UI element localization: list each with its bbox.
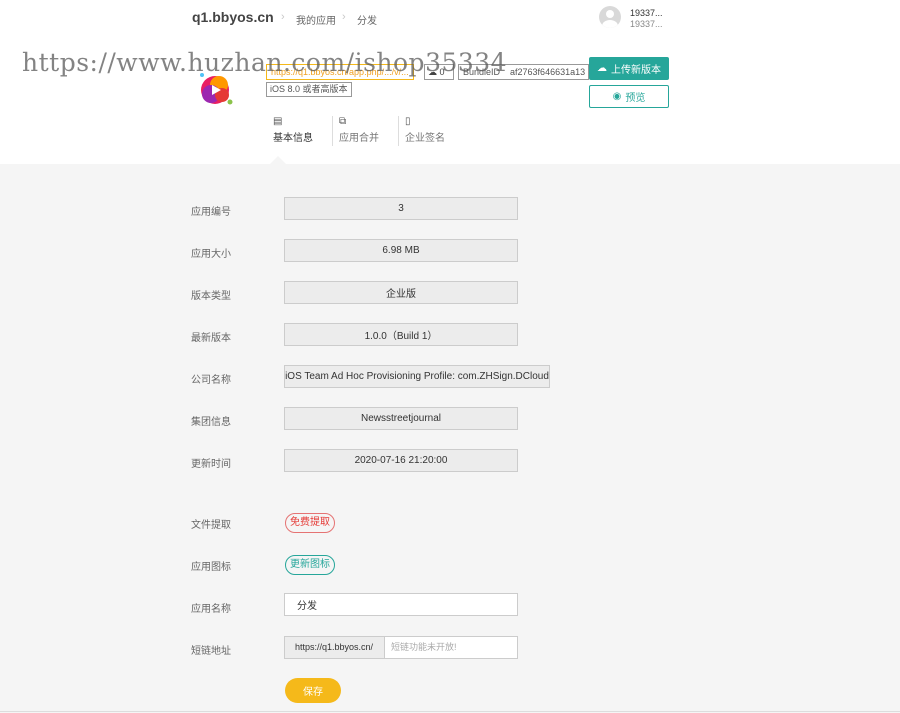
breadcrumb-current: 分发 bbox=[357, 16, 377, 27]
group-label: 集团信息 bbox=[191, 417, 231, 428]
extract-label: 文件提取 bbox=[191, 520, 231, 531]
user-subname: 19337... bbox=[630, 19, 663, 29]
company-label: 公司名称 bbox=[191, 375, 231, 386]
tab-merge[interactable]: ⧉ 应用合并 bbox=[339, 116, 379, 144]
company-field: iOS Team Ad Hoc Provisioning Profile: co… bbox=[284, 365, 550, 388]
version-type-label: 版本类型 bbox=[191, 291, 231, 302]
brand-link[interactable]: q1.bbyos.cn bbox=[192, 9, 274, 25]
app-name-input[interactable]: 分发 bbox=[284, 593, 518, 616]
app-id-label: 应用编号 bbox=[191, 207, 231, 218]
tab-label: 企业签名 bbox=[405, 133, 445, 144]
upload-label: 上传新版本 bbox=[611, 65, 661, 76]
group-field: Newsstreetjournal bbox=[284, 407, 518, 430]
update-icon-button[interactable]: 更新图标 bbox=[285, 555, 335, 575]
icon-label: 应用图标 bbox=[191, 562, 231, 573]
app-size-field: 6.98 MB bbox=[284, 239, 518, 262]
app-icon bbox=[200, 73, 233, 105]
app-id-field: 3 bbox=[284, 197, 518, 220]
top-panel bbox=[0, 0, 900, 164]
preview-label: 预览 bbox=[625, 93, 646, 104]
bundle-id-value: af2763f646631a13 bbox=[510, 67, 586, 77]
latest-version-label: 最新版本 bbox=[191, 333, 231, 344]
document-icon: ▤ bbox=[273, 116, 283, 127]
updated-label: 更新时间 bbox=[191, 459, 231, 470]
copy-icon: ⧉ bbox=[339, 116, 347, 127]
watermark: https://www.huzhan.com/ishop35334 bbox=[22, 48, 508, 77]
short-link-label: 短链地址 bbox=[191, 646, 231, 657]
tab-divider bbox=[398, 116, 399, 146]
short-link-prefix: https://q1.bbyos.cn/ bbox=[284, 636, 385, 659]
chevron-right-icon: › bbox=[281, 11, 285, 23]
free-extract-button[interactable]: 免费提取 bbox=[285, 513, 335, 533]
cloud-upload-icon: ☁ bbox=[597, 63, 607, 74]
breadcrumb-my-apps[interactable]: 我的应用 bbox=[296, 12, 336, 27]
updated-field: 2020-07-16 21:20:00 bbox=[284, 449, 518, 472]
app-size-label: 应用大小 bbox=[191, 249, 231, 260]
chevron-right-icon: › bbox=[342, 11, 346, 23]
version-type-field: 企业版 bbox=[284, 281, 518, 304]
phone-icon: ▯ bbox=[405, 116, 411, 127]
ios-requirement: iOS 8.0 或者高版本 bbox=[266, 82, 352, 97]
avatar[interactable] bbox=[599, 6, 621, 28]
active-tab-indicator bbox=[270, 156, 286, 164]
tab-label: 基本信息 bbox=[273, 133, 313, 144]
preview-button[interactable]: ◉ 预览 bbox=[589, 85, 669, 108]
latest-version-field: 1.0.0（Build 1） bbox=[284, 323, 518, 346]
app-name-label: 应用名称 bbox=[191, 604, 231, 615]
upload-new-version-button[interactable]: ☁ 上传新版本 bbox=[589, 57, 669, 80]
tab-basic-info[interactable]: ▤ 基本信息 bbox=[273, 116, 313, 144]
short-link-input[interactable]: 短链功能未开放! bbox=[385, 636, 518, 659]
user-name[interactable]: 19337... bbox=[630, 8, 663, 18]
tab-label: 应用合并 bbox=[339, 133, 379, 144]
tab-enterprise-sign[interactable]: ▯ 企业签名 bbox=[405, 116, 445, 144]
eye-icon: ◉ bbox=[612, 91, 622, 102]
footer-divider bbox=[0, 711, 900, 712]
tab-divider bbox=[332, 116, 333, 146]
save-button[interactable]: 保存 bbox=[285, 678, 341, 703]
